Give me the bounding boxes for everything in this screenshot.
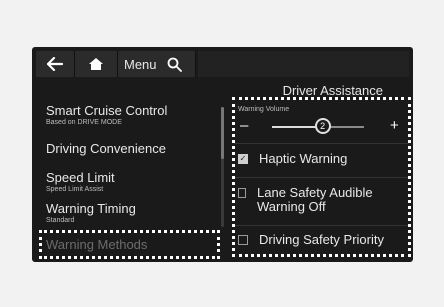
top-bar: Menu [32, 47, 413, 81]
menu-label: Menu [124, 56, 157, 72]
menu-item-sub: Based on DRIVE MODE [46, 119, 122, 126]
menu-item-label: Speed Limit [46, 170, 115, 185]
highlight-box-warning-methods [39, 230, 220, 259]
menu-item-speed-limit[interactable]: Speed Limit Speed Limit Assist [46, 170, 115, 194]
menu-scrollbar[interactable] [221, 107, 224, 227]
menu-item-driving-convenience[interactable]: Driving Convenience [46, 141, 166, 156]
search-icon[interactable] [167, 57, 182, 72]
menu-item-label: Driving Convenience [46, 141, 166, 156]
settings-menu-list: Smart Cruise Control Based on DRIVE MODE… [32, 97, 222, 262]
menu-item-sub: Speed Limit Assist [46, 186, 104, 193]
infotainment-screen: Menu Driver Assistance Smart Cruise Cont… [32, 47, 413, 262]
highlight-box-options [232, 97, 411, 257]
menu-item-label: Smart Cruise Control [46, 103, 168, 118]
menu-button[interactable]: Menu [118, 51, 196, 77]
back-button[interactable] [36, 51, 75, 77]
scroll-thumb[interactable] [221, 107, 224, 159]
menu-item-smart-cruise-control[interactable]: Smart Cruise Control Based on DRIVE MODE [46, 103, 167, 127]
warning-methods-panel: Warning Volume – 2 + ✓ Haptic Warning La… [230, 97, 413, 262]
back-arrow-icon [47, 57, 63, 71]
home-icon [89, 58, 103, 70]
menu-item-warning-timing[interactable]: Warning Timing Standard [46, 201, 136, 225]
menu-item-label: Warning Timing [46, 201, 136, 216]
menu-item-sub: Standard [46, 217, 75, 224]
top-bar-empty-area [198, 51, 409, 77]
home-button[interactable] [75, 51, 118, 77]
